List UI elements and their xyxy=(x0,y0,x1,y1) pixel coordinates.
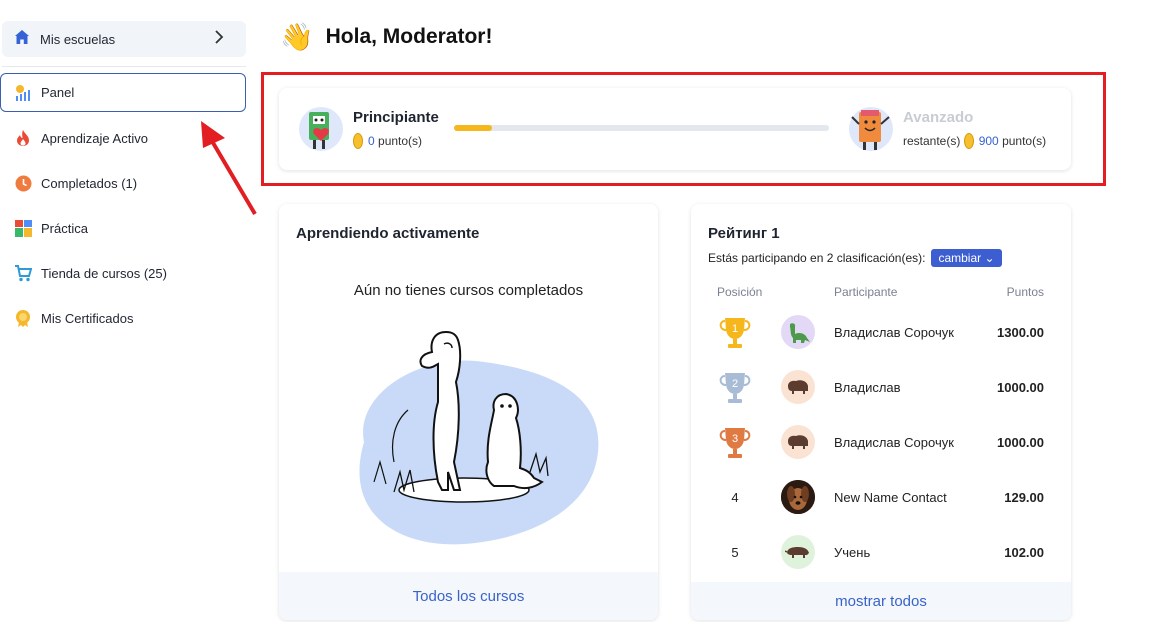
position-number: 5 xyxy=(731,544,739,560)
gold-trophy-icon: 1 xyxy=(717,314,753,350)
sidebar-item-certificates[interactable]: Mis Certificados xyxy=(0,299,246,337)
active-learning-title: Aprendiendo activamente xyxy=(296,225,480,242)
column-header-points: Puntos xyxy=(1006,285,1044,299)
current-level-points: 0 punto(s) xyxy=(353,133,422,149)
remaining-points: restante(s) 900 punto(s) xyxy=(903,133,1046,149)
dashboard-icon xyxy=(14,84,32,102)
cart-icon xyxy=(14,264,32,282)
position-label: 3 xyxy=(732,433,738,445)
sidebar-divider xyxy=(2,66,246,67)
empty-state-message: Aún no tienes cursos completados xyxy=(353,282,584,299)
participant-name: Владислав xyxy=(834,380,901,395)
dog-photo-avatar xyxy=(781,480,815,514)
participant-points: 102.00 xyxy=(1004,545,1044,560)
home-icon xyxy=(14,29,30,50)
table-row: 1 Владислав Сорочук 1300.00 xyxy=(691,305,1071,360)
level-progress-bar xyxy=(454,125,829,131)
level-progress-card: Principiante 0 punto(s) Avanzado restant… xyxy=(279,88,1071,170)
my-schools-button[interactable]: Mis escuelas xyxy=(2,21,246,57)
participant-points: 129.00 xyxy=(1004,490,1044,505)
all-courses-link[interactable]: Todos los cursos xyxy=(279,572,658,620)
clock-icon xyxy=(14,174,32,192)
sidebar: Mis escuelas Panel Aprendizaje Activo Co… xyxy=(0,0,260,622)
advanced-book-icon xyxy=(849,104,893,154)
meerkats-illustration xyxy=(359,330,599,545)
bison-avatar xyxy=(781,370,815,404)
my-schools-label: Mis escuelas xyxy=(40,31,116,47)
participant-points: 1300.00 xyxy=(997,325,1044,340)
level-progress-fill xyxy=(454,125,492,131)
column-header-participant: Participante xyxy=(834,285,898,299)
points-suffix: punto(s) xyxy=(378,134,423,148)
table-row: 2 Владислав 1000.00 xyxy=(691,360,1071,415)
participant-points: 1000.00 xyxy=(997,435,1044,450)
red-arrow-annotation xyxy=(201,121,257,216)
sidebar-item-label: Práctica xyxy=(41,220,88,236)
participant-name: Учень xyxy=(834,545,871,560)
sidebar-item-label: Tienda de cursos (25) xyxy=(41,265,167,281)
participant-name: New Name Contact xyxy=(834,490,947,505)
boar-avatar xyxy=(781,535,815,569)
table-row: 4 New Name Contact 129.00 xyxy=(691,470,1071,525)
participant-name: Владислав Сорочук xyxy=(834,435,954,450)
sidebar-item-label: Aprendizaje Activo xyxy=(41,130,148,146)
sidebar-item-panel[interactable]: Panel xyxy=(0,73,246,112)
sidebar-item-label: Mis Certificados xyxy=(41,310,134,326)
change-rating-label: cambiar xyxy=(938,251,982,265)
next-level-name: Avanzado xyxy=(903,109,974,126)
table-row: 3 Владислав Сорочук 1000.00 xyxy=(691,415,1071,470)
silver-trophy-icon: 2 xyxy=(717,369,753,405)
rating-title: Рейтинг 1 xyxy=(708,225,780,242)
page-title: Hola, Moderator! xyxy=(325,25,493,48)
show-all-link[interactable]: mostrar todos xyxy=(691,582,1071,620)
grid-icon xyxy=(14,219,32,237)
fire-icon xyxy=(14,129,32,147)
remaining-prefix: restante(s) xyxy=(903,134,961,148)
chevron-right-icon xyxy=(214,30,224,49)
greeting: 👋 Hola, Moderator! xyxy=(280,22,492,52)
sidebar-item-label: Panel xyxy=(41,85,75,100)
rating-card: Рейтинг 1 Estás participando en 2 clasif… xyxy=(691,204,1071,620)
coin-icon xyxy=(963,133,974,149)
points-suffix: punto(s) xyxy=(1002,134,1047,148)
waving-hand-icon: 👋 xyxy=(280,22,314,52)
active-learning-card: Aprendiendo activamente Aún no tienes cu… xyxy=(279,204,658,620)
coin-icon xyxy=(353,133,363,149)
change-rating-button[interactable]: cambiar ⌄ xyxy=(931,249,1002,267)
award-icon xyxy=(14,309,32,327)
position-label: 2 xyxy=(732,378,738,390)
current-level-name: Principiante xyxy=(353,109,439,126)
current-points-value: 0 xyxy=(368,134,375,148)
column-header-position: Posición xyxy=(717,285,763,299)
beginner-book-icon xyxy=(299,104,343,154)
participant-name: Владислав Сорочук xyxy=(834,325,954,340)
dinosaur-avatar xyxy=(781,315,815,349)
participant-points: 1000.00 xyxy=(997,380,1044,395)
position-number: 4 xyxy=(731,489,739,505)
table-row: 5 Учень 102.00 xyxy=(691,525,1071,580)
bronze-trophy-icon: 3 xyxy=(717,424,753,460)
sidebar-item-course-store[interactable]: Tienda de cursos (25) xyxy=(0,254,246,292)
remaining-points-value: 900 xyxy=(978,134,999,148)
position-label: 1 xyxy=(732,323,738,335)
rating-subtitle: Estás participando en 2 clasificación(es… xyxy=(708,249,1002,267)
sidebar-item-label: Completados (1) xyxy=(41,175,138,191)
bison-avatar xyxy=(781,425,815,459)
rating-subtitle-text: Estás participando en 2 clasificación(es… xyxy=(708,251,926,265)
